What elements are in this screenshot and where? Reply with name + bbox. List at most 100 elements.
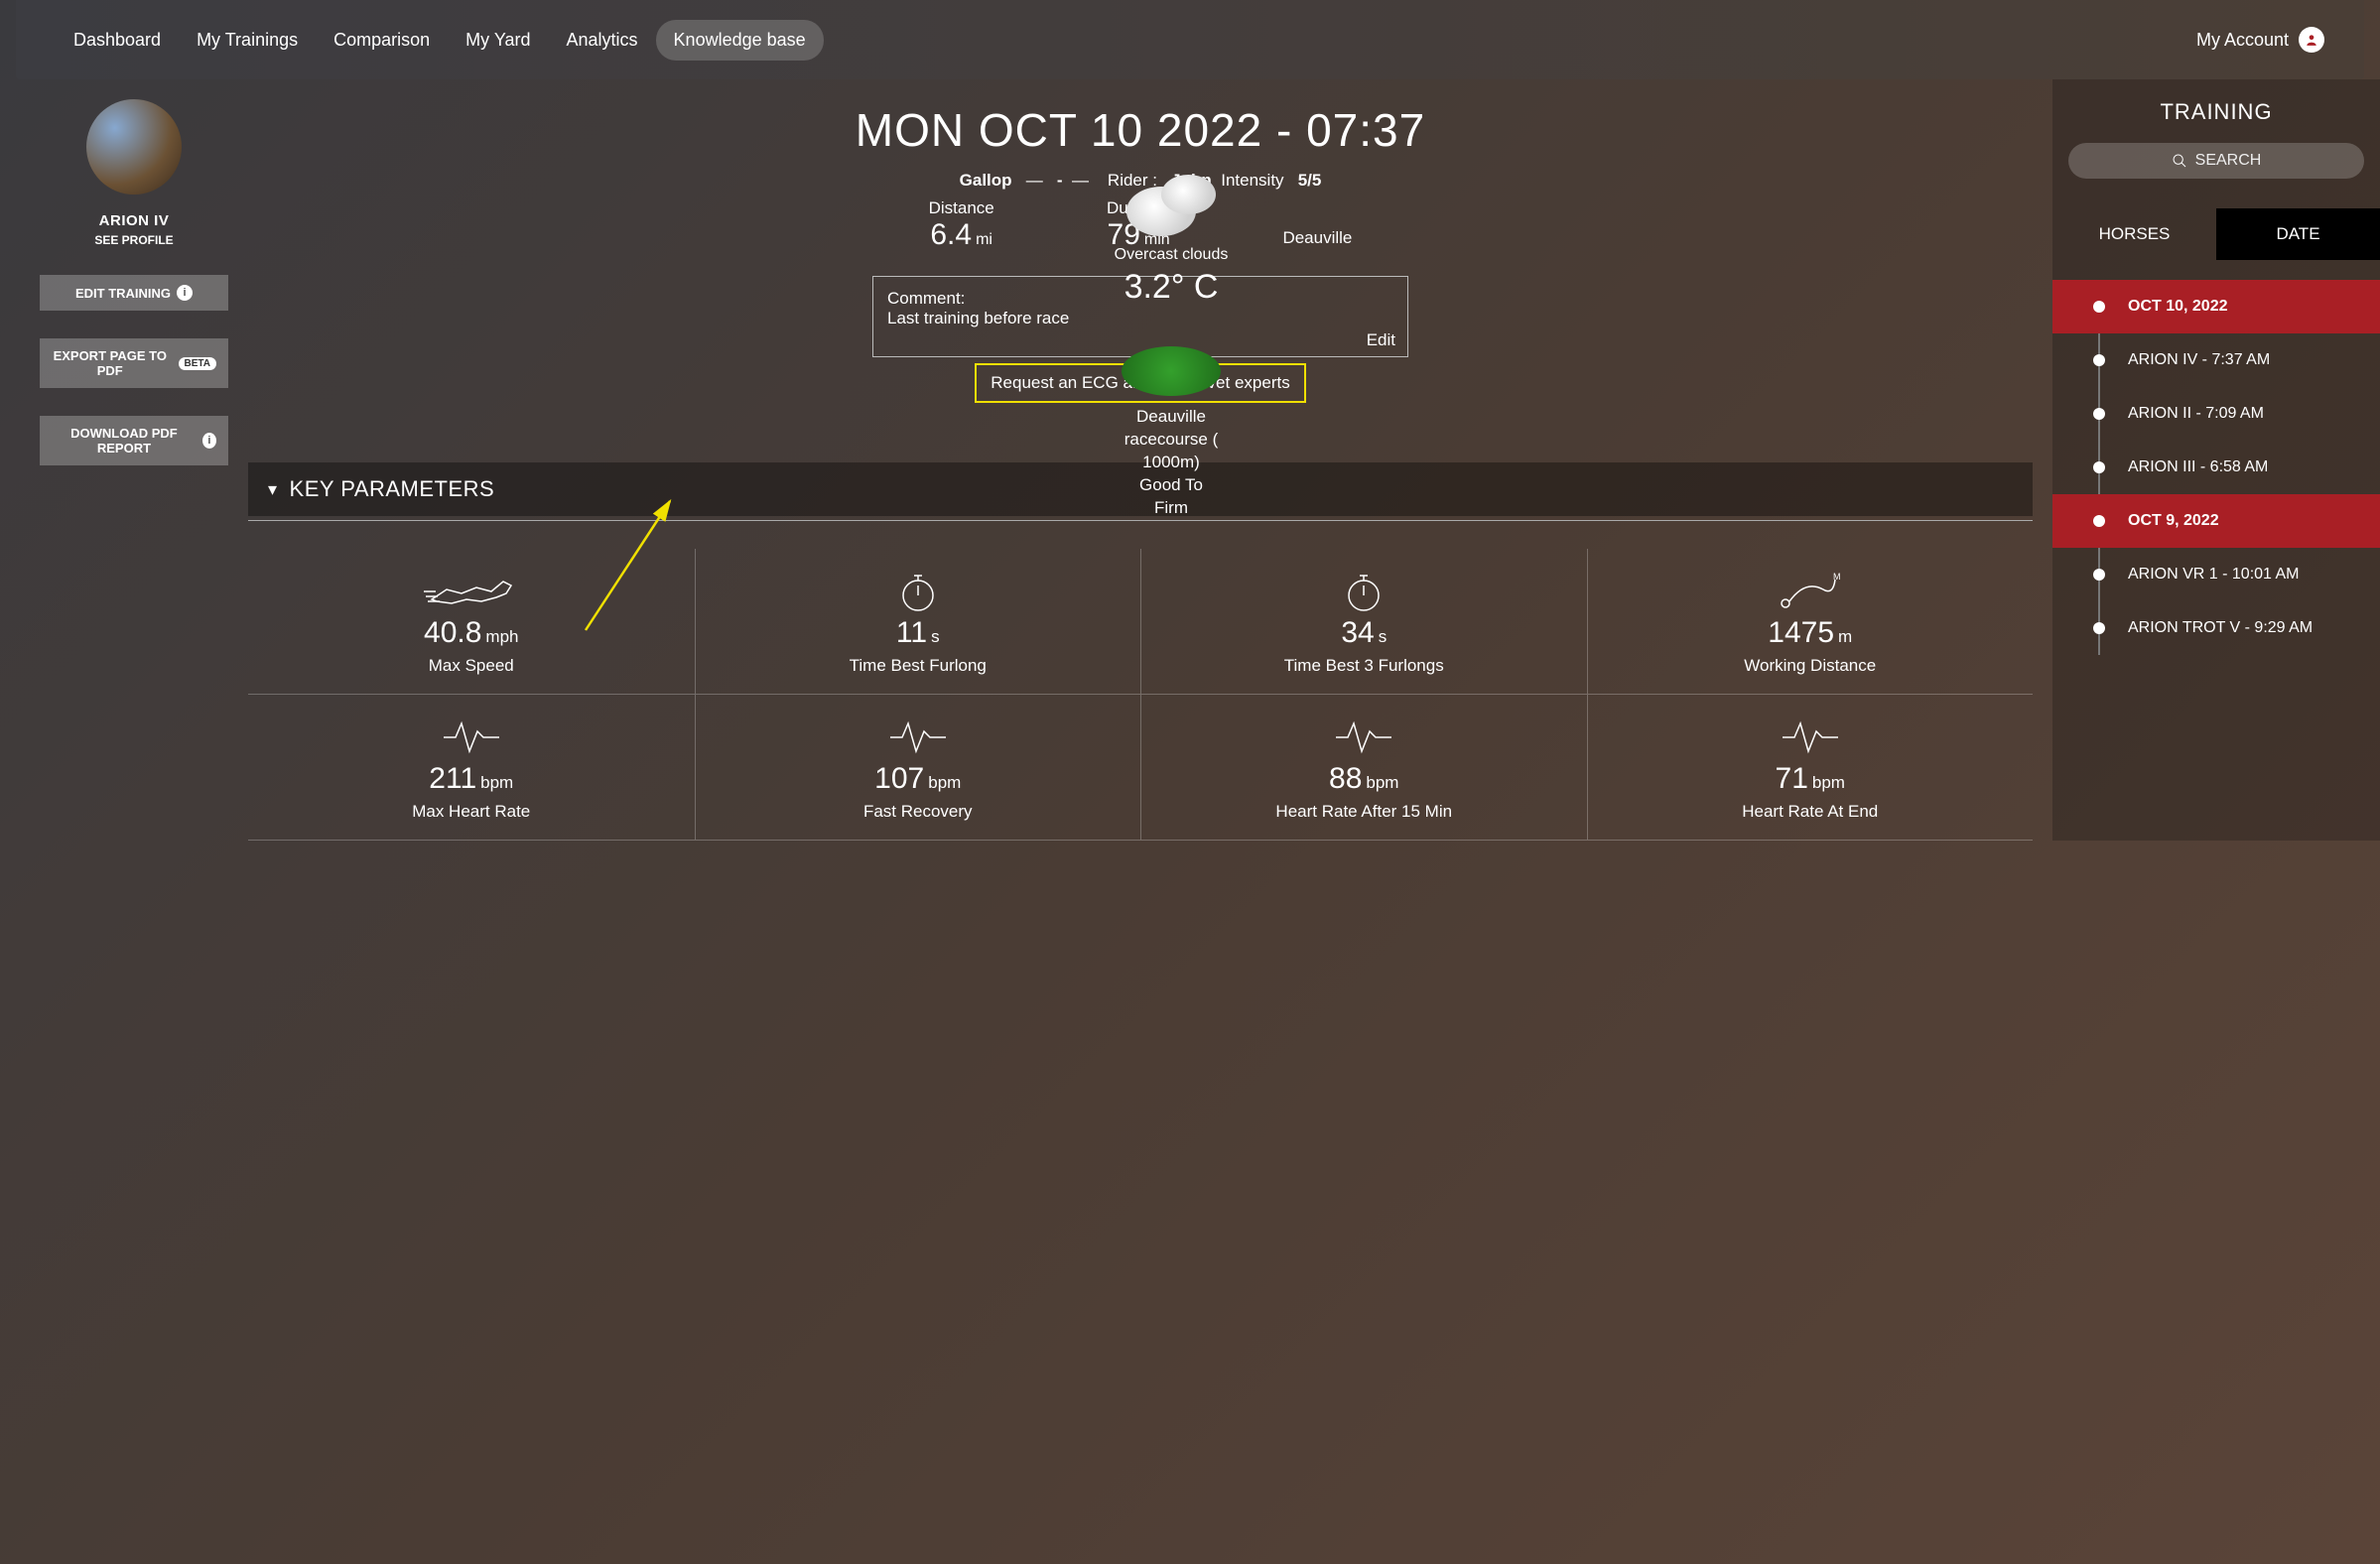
nav-my-yard[interactable]: My Yard bbox=[448, 20, 548, 61]
param-value: 88 bbox=[1329, 762, 1362, 795]
gait-value: Gallop bbox=[960, 171, 1012, 190]
nav-knowledge-base[interactable]: Knowledge base bbox=[656, 20, 824, 61]
timeline-dot-icon bbox=[2093, 622, 2105, 634]
nav-my-trainings[interactable]: My Trainings bbox=[179, 20, 316, 61]
separator: — bbox=[1072, 171, 1089, 190]
timeline-label: ARION II - 7:09 AM bbox=[2128, 405, 2264, 422]
param-label: Time Best 3 Furlongs bbox=[1151, 656, 1577, 676]
nav-dashboard[interactable]: Dashboard bbox=[56, 20, 179, 61]
timeline-label: ARION TROT V - 9:29 AM bbox=[2128, 619, 2313, 636]
horse-icon bbox=[258, 567, 685, 616]
dash: - bbox=[1057, 171, 1063, 190]
param-label: Heart Rate At End bbox=[1598, 802, 2024, 822]
timeline-dot-icon bbox=[2093, 569, 2105, 581]
param-label: Max Speed bbox=[258, 656, 685, 676]
course-info: Deauville racecourse ( 1000m) Good To Fi… bbox=[1102, 406, 1241, 520]
weather-panel: Overcast clouds 3.2° C Deauville racecou… bbox=[1102, 169, 1241, 520]
param-cell: 71bpmHeart Rate At End bbox=[1587, 695, 2034, 841]
chevron-down-icon: ▾ bbox=[268, 479, 278, 500]
cloud-icon bbox=[1117, 169, 1226, 238]
timeline-dot-icon bbox=[2093, 408, 2105, 420]
param-unit: mph bbox=[485, 627, 518, 646]
param-unit: bpm bbox=[1812, 773, 1845, 792]
track-thumb bbox=[1122, 346, 1221, 396]
edit-training-button[interactable]: EDIT TRAINING i bbox=[40, 275, 228, 311]
weather-temp: 3.2° C bbox=[1102, 268, 1241, 307]
sidebar-title: TRAINING bbox=[2052, 99, 2380, 125]
param-value: 40.8 bbox=[424, 616, 481, 649]
left-column: ARION IV SEE PROFILE EDIT TRAINING i EXP… bbox=[0, 79, 238, 841]
timeline-entry[interactable]: ARION II - 7:09 AM bbox=[2052, 387, 2380, 441]
horse-avatar[interactable] bbox=[86, 99, 182, 195]
heart-icon bbox=[706, 713, 1131, 762]
training-title: MON OCT 10 2022 - 07:37 bbox=[248, 103, 2033, 157]
intensity-value: 5/5 bbox=[1298, 171, 1322, 190]
timeline-entry[interactable]: ARION TROT V - 9:29 AM bbox=[2052, 601, 2380, 655]
divider bbox=[248, 520, 2033, 521]
param-unit: bpm bbox=[1366, 773, 1398, 792]
timeline-label: ARION IV - 7:37 AM bbox=[2128, 351, 2270, 368]
tab-horses[interactable]: HORSES bbox=[2052, 208, 2216, 260]
course-line: racecourse ( bbox=[1102, 429, 1241, 452]
timeline-label: ARION VR 1 - 10:01 AM bbox=[2128, 566, 2300, 583]
nav-comparison[interactable]: Comparison bbox=[316, 20, 448, 61]
param-value: 11 bbox=[896, 616, 927, 649]
param-label: Time Best Furlong bbox=[706, 656, 1131, 676]
user-icon bbox=[2299, 27, 2324, 53]
timeline-label: ARION III - 6:58 AM bbox=[2128, 458, 2268, 475]
param-cell: 107bpmFast Recovery bbox=[695, 695, 1141, 841]
search-placeholder: SEARCH bbox=[2195, 152, 2262, 170]
stopwatch-icon bbox=[706, 567, 1131, 616]
export-pdf-button[interactable]: EXPORT PAGE TO PDF BETA bbox=[40, 338, 228, 388]
download-pdf-label: DOWNLOAD PDF REPORT bbox=[52, 426, 197, 456]
course-line: Deauville bbox=[1102, 406, 1241, 429]
timeline-date-header[interactable]: OCT 10, 2022 bbox=[2052, 280, 2380, 333]
heart-icon bbox=[1151, 713, 1577, 762]
param-cell: 11sTime Best Furlong bbox=[695, 549, 1141, 695]
main-column: MON OCT 10 2022 - 07:37 Gallop — - — Rid… bbox=[238, 79, 2052, 841]
param-unit: bpm bbox=[928, 773, 961, 792]
tab-date[interactable]: DATE bbox=[2216, 208, 2380, 260]
timeline-dot-icon bbox=[2093, 354, 2105, 366]
timeline-entry[interactable]: ARION III - 6:58 AM bbox=[2052, 441, 2380, 494]
separator: — bbox=[1026, 171, 1043, 190]
svg-text:M: M bbox=[1833, 572, 1841, 582]
param-label: Max Heart Rate bbox=[258, 802, 685, 822]
param-cell: 211bpmMax Heart Rate bbox=[248, 695, 695, 841]
param-unit: m bbox=[1838, 627, 1852, 646]
parameter-grid: 40.8mphMax Speed11sTime Best Furlong34sT… bbox=[248, 549, 2033, 841]
timeline-dot-icon bbox=[2093, 461, 2105, 473]
download-pdf-button[interactable]: DOWNLOAD PDF REPORT i bbox=[40, 416, 228, 465]
timeline: OCT 10, 2022 ARION IV - 7:37 AM ARION II -… bbox=[2052, 280, 2380, 655]
heart-icon bbox=[258, 713, 685, 762]
distance-stat: Distance 6.4mi bbox=[929, 198, 994, 252]
edit-comment-link[interactable]: Edit bbox=[1367, 330, 1395, 350]
beta-badge: BETA bbox=[179, 357, 216, 370]
distance-unit: mi bbox=[976, 231, 992, 248]
param-unit: bpm bbox=[480, 773, 513, 792]
see-profile-link[interactable]: SEE PROFILE bbox=[40, 233, 228, 247]
nav-analytics[interactable]: Analytics bbox=[549, 20, 656, 61]
course-line: 1000m) bbox=[1102, 452, 1241, 474]
param-label: Heart Rate After 15 Min bbox=[1151, 802, 1577, 822]
top-nav: Dashboard My Trainings Comparison My Yar… bbox=[16, 0, 2364, 79]
key-parameters-title: KEY PARAMETERS bbox=[290, 476, 495, 502]
horse-name: ARION IV bbox=[40, 212, 228, 229]
timeline-date-header[interactable]: OCT 9, 2022 bbox=[2052, 494, 2380, 548]
search-icon bbox=[2172, 153, 2187, 169]
param-cell: 40.8mph Max Speed bbox=[248, 549, 695, 695]
location-stat: Deauville bbox=[1282, 198, 1352, 252]
timeline-dot-icon bbox=[2093, 515, 2105, 527]
timeline-dot-icon bbox=[2093, 301, 2105, 313]
course-line: Good To bbox=[1102, 474, 1241, 497]
timeline-entry[interactable]: ARION VR 1 - 10:01 AM bbox=[2052, 548, 2380, 601]
my-account-menu[interactable]: My Account bbox=[2196, 27, 2324, 53]
edit-training-label: EDIT TRAINING bbox=[75, 286, 171, 301]
param-value: 1475 bbox=[1768, 616, 1834, 649]
param-cell: 34sTime Best 3 Furlongs bbox=[1140, 549, 1587, 695]
my-account-label: My Account bbox=[2196, 30, 2289, 51]
search-input[interactable]: SEARCH bbox=[2068, 143, 2364, 179]
param-value: 107 bbox=[874, 762, 924, 795]
param-unit: s bbox=[1379, 627, 1388, 646]
timeline-entry[interactable]: ARION IV - 7:37 AM bbox=[2052, 333, 2380, 387]
